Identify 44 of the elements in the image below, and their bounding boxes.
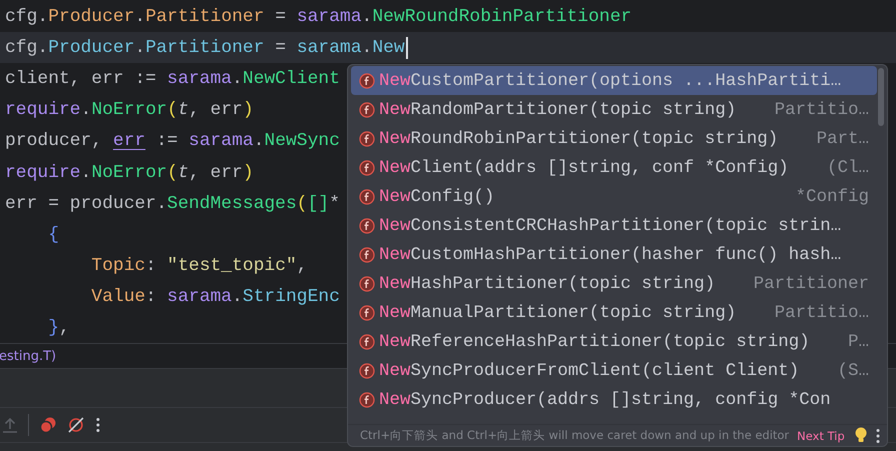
code-line: client, err := sarama.NewClient [5, 68, 340, 89]
function-icon [359, 276, 375, 292]
function-icon [359, 392, 375, 408]
completion-item[interactable]: NewClient(addrs []string, conf *Config) (Cl… [351, 153, 877, 182]
code-line: producer, err := sarama.NewSync [5, 131, 340, 152]
code-line: require.NoError(t, err) [5, 100, 254, 120]
code-line: Topic: "test_topic", [90, 256, 308, 276]
function-icon [359, 160, 375, 176]
function-icon [359, 72, 375, 88]
code-line: Value: sarama.StringEnc [90, 287, 340, 308]
breakpoints-icon[interactable] [39, 416, 57, 434]
function-icon [359, 218, 375, 234]
hint-text: Ctrl+向下箭头 and Ctrl+向上箭头 will move caret down and up in the editor [360, 428, 790, 443]
more-icon[interactable] [875, 428, 881, 444]
completion-item[interactable]: NewRoundRobinPartitioner(topic string) Part… [351, 124, 877, 153]
code-line: cfg.Producer.Partitioner = sarama.NewRoundRobinPartitioner [5, 6, 632, 27]
code-line: cfg.Producer.Partitioner = sarama.New [5, 36, 408, 59]
completion-item[interactable]: NewCustomHashPartitioner(hasher func() hash… [351, 240, 877, 269]
completion-item[interactable]: NewConsistentCRCHashPartitioner(topic strin… [351, 211, 877, 240]
completion-item[interactable]: NewHashPartitioner(topic string) Partitioner [351, 269, 877, 298]
function-icon [359, 102, 375, 118]
code-line: require.NoError(t, err) [5, 162, 254, 183]
code-line: { [47, 224, 60, 245]
completion-item[interactable]: NewSyncProducer(addrs []string, config *Con [351, 385, 877, 414]
lightbulb-icon[interactable] [855, 427, 867, 444]
function-icon [359, 130, 375, 146]
function-icon [359, 188, 375, 204]
completion-item[interactable]: NewConfig() *Config [351, 182, 877, 211]
completion-item[interactable]: NewReferenceHashPartitioner(topic string) P… [351, 327, 877, 356]
completion-item[interactable]: NewCustomPartitioner(options ...HashPartiti… [351, 66, 877, 95]
more-icon[interactable] [95, 417, 101, 433]
next-tip-link[interactable]: Next Tip [797, 428, 845, 442]
function-icon [359, 246, 375, 262]
function-icon [359, 362, 375, 378]
code-line: }, [47, 318, 70, 338]
code-line: err = producer.SendMessages([]* [5, 194, 340, 214]
completion-item[interactable]: NewRandomPartitioner(topic string) Partitio… [351, 95, 877, 124]
breadcrumb-text[interactable]: esting.T) [0, 348, 56, 364]
completion-item[interactable]: NewManualPartitioner(topic string) Partitio… [351, 298, 877, 327]
function-icon [359, 334, 375, 350]
mute-breakpoints-icon[interactable] [67, 416, 85, 434]
scrollbar[interactable] [878, 68, 884, 126]
completion-item[interactable]: NewSyncProducerFromClient(client Client) (S… [351, 356, 877, 385]
function-icon [359, 304, 375, 320]
